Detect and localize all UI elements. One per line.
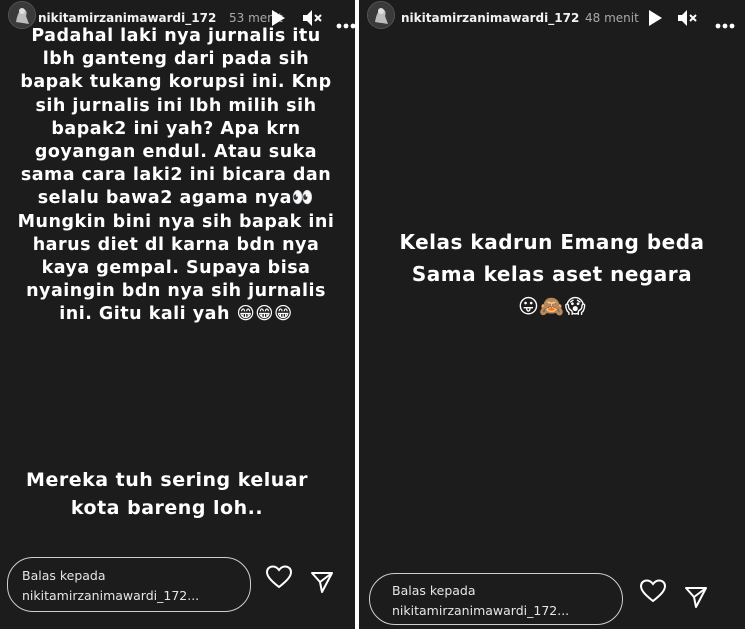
send-icon[interactable]: [684, 585, 708, 613]
reply-placeholder-line2: nikitamirzanimawardi_172...: [392, 603, 570, 618]
story-line: Kelas kadrun Emang beda: [399, 230, 705, 254]
story-line: kota bareng loh..: [70, 497, 264, 519]
story-line: Mereka tuh sering keluar: [26, 469, 308, 491]
reply-placeholder-line1: Balas kepada: [22, 568, 106, 583]
story-line: goyangan endul. Atau suka: [34, 142, 318, 163]
story-line: ini. Gitu kali yah 😁😁😁: [59, 304, 293, 325]
story-line: Sama kelas aset negara: [411, 262, 693, 286]
reply-placeholder-line1: Balas kepada: [392, 583, 476, 598]
story-line: harus diet dl karna bdn nya: [32, 234, 320, 255]
story-line: Mungkin bini nya sih bapak ini: [17, 211, 335, 232]
heart-icon[interactable]: [639, 579, 667, 607]
avatar[interactable]: [8, 1, 36, 29]
story-line: selalu bawa2 agama nya👀: [37, 188, 315, 209]
story-line: sih jurnalis ini lbh milih sih: [35, 95, 317, 116]
story-panel-right: nikitamirzanimawardi_172 48 menit Kelas …: [359, 0, 745, 629]
story-text-main: Padahal laki nya jurnalis itu lbh ganten…: [6, 25, 346, 327]
mute-icon[interactable]: [302, 9, 322, 31]
story-header-left: nikitamirzanimawardi_172 53 menit: [0, 0, 355, 38]
more-icon[interactable]: [715, 14, 735, 33]
story-line: lbh ganteng dari pada sih: [42, 49, 310, 70]
more-icon[interactable]: [336, 14, 355, 33]
play-icon[interactable]: [270, 9, 286, 31]
username[interactable]: nikitamirzanimawardi_172: [401, 11, 579, 25]
story-line: bapak2 ini yah? Apa krn: [51, 118, 301, 139]
story-panel-left: Padahal laki nya jurnalis itu lbh ganten…: [0, 0, 355, 629]
story-emoji-line: 😛🙈😱: [517, 294, 587, 318]
story-line: nyaingin bdn nya sih jurnalis: [26, 281, 326, 302]
reply-placeholder-line2: nikitamirzanimawardi_172...: [22, 588, 200, 603]
reply-input[interactable]: Balas kepada nikitamirzanimawardi_172...: [7, 557, 251, 612]
story-line: sama cara laki2 ini bicara dan: [20, 165, 332, 186]
story-header-right: nikitamirzanimawardi_172 48 menit: [359, 0, 745, 38]
story-text-main: Kelas kadrun Emang beda Sama kelas aset …: [359, 226, 745, 322]
heart-icon[interactable]: [265, 565, 293, 593]
play-icon[interactable]: [647, 9, 663, 31]
story-line: kaya gempal. Supaya bisa: [41, 258, 311, 279]
reply-input[interactable]: Balas kepada nikitamirzanimawardi_172...: [369, 573, 623, 625]
story-line: bapak tukang korupsi ini. Knp: [20, 72, 332, 93]
send-icon[interactable]: [310, 570, 334, 598]
avatar[interactable]: [367, 1, 395, 29]
story-text-secondary: Mereka tuh sering keluar kota bareng loh…: [6, 466, 328, 522]
post-time: 48 menit: [585, 11, 639, 25]
username[interactable]: nikitamirzanimawardi_172: [38, 11, 216, 25]
mute-icon[interactable]: [677, 9, 697, 31]
